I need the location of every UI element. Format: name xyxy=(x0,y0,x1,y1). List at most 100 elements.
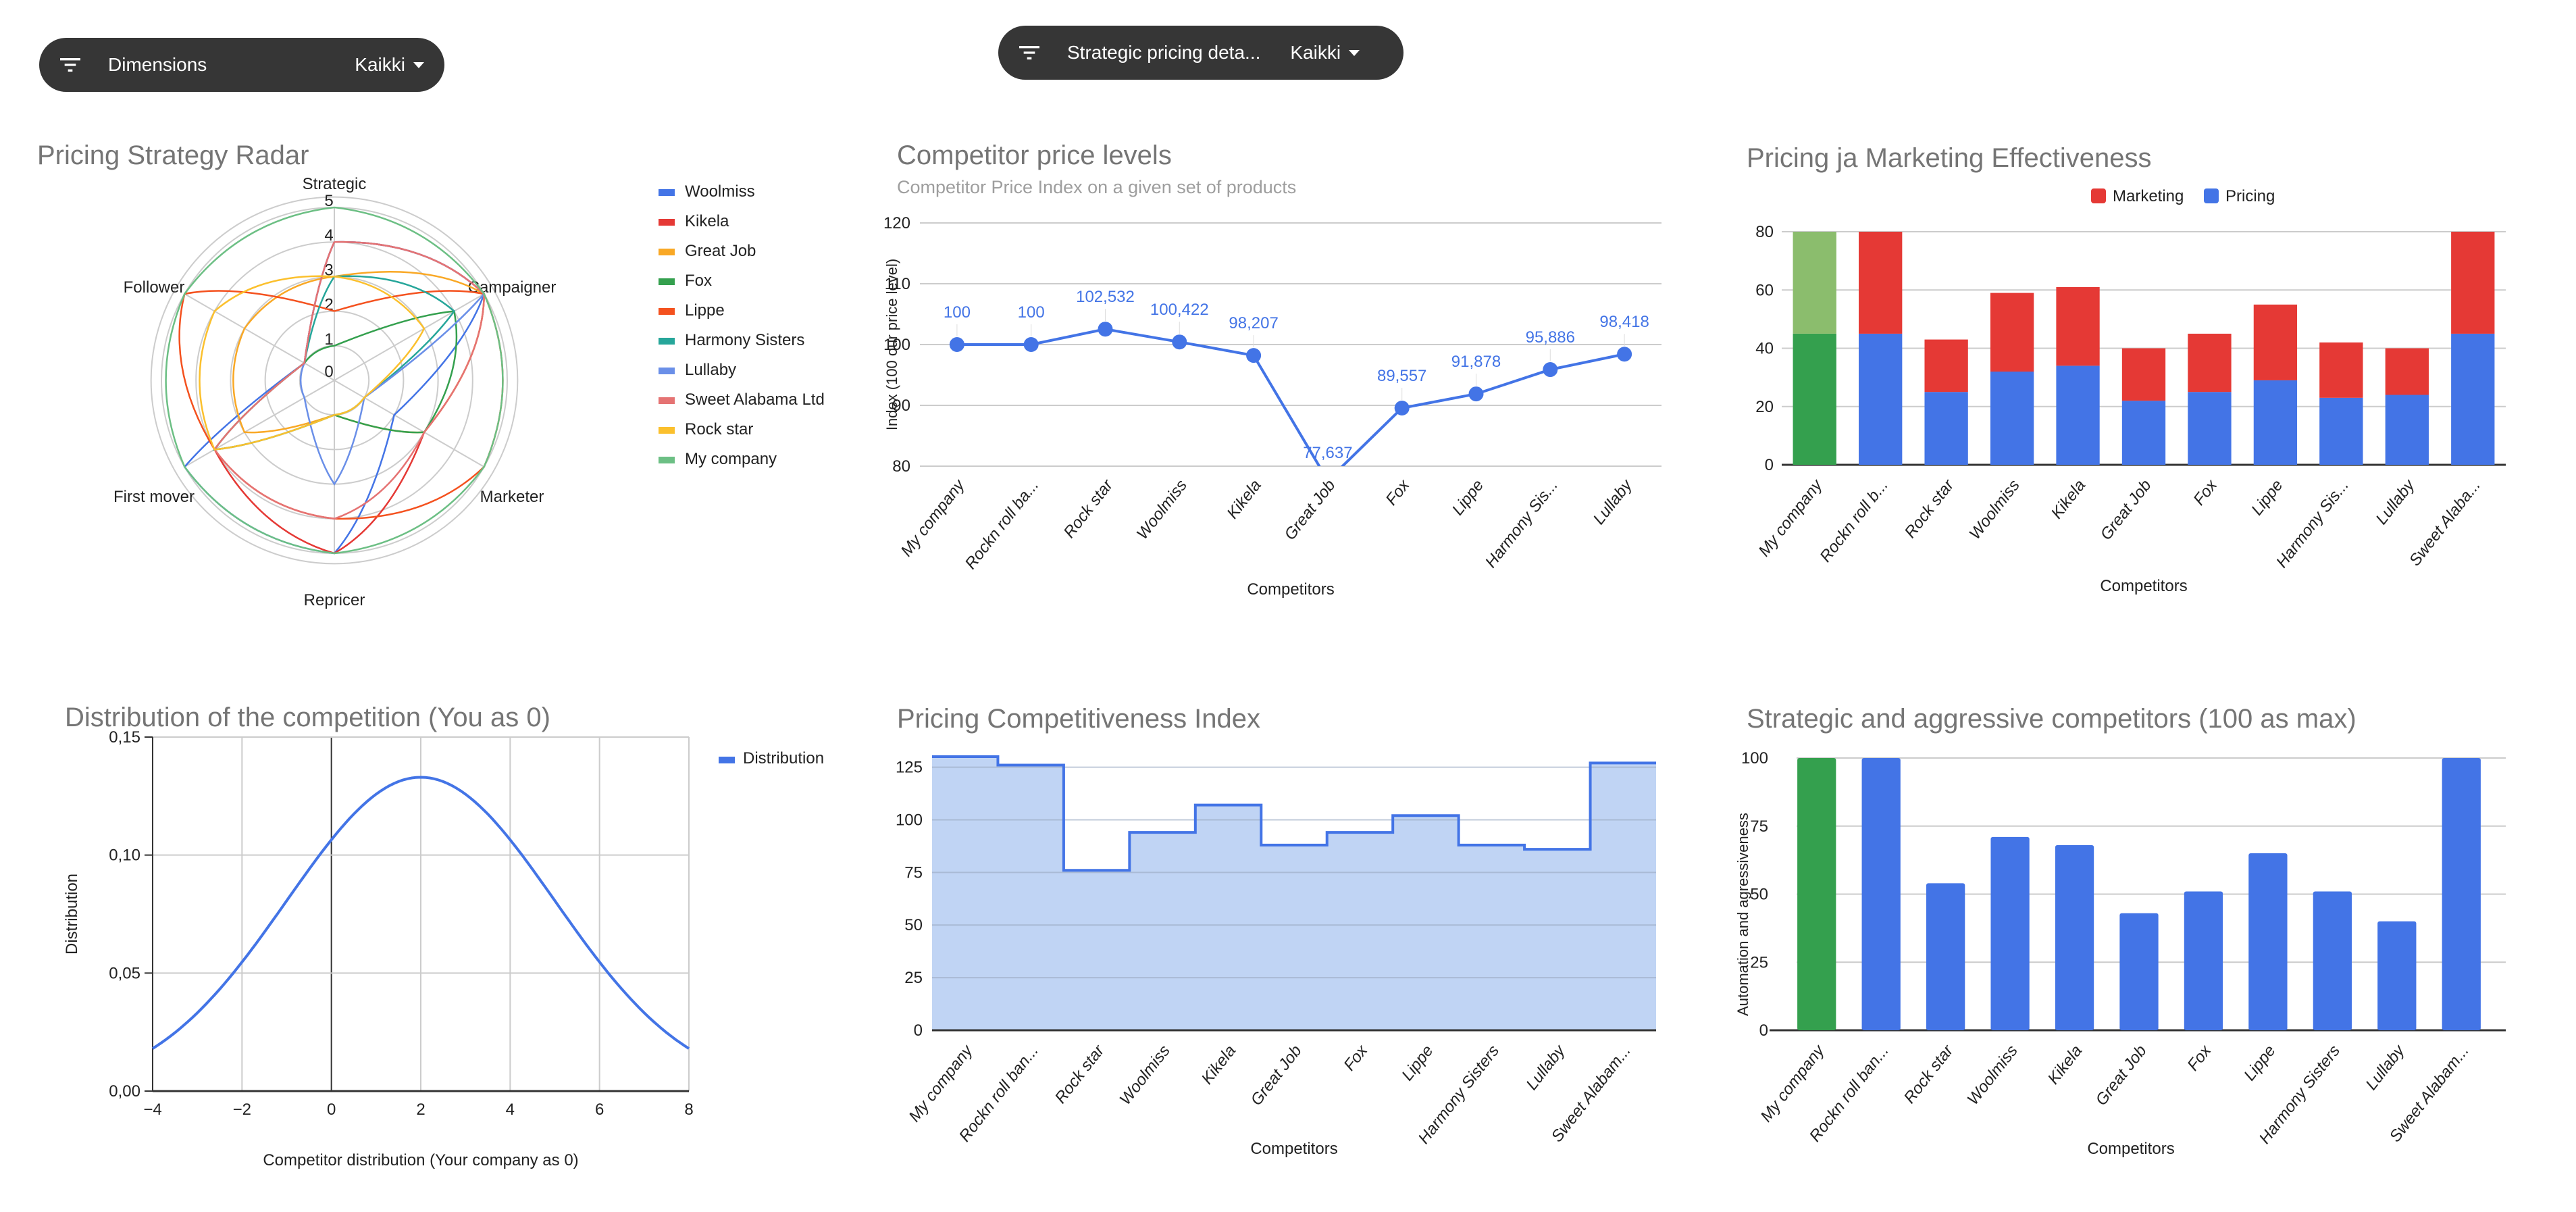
x-tick-label: Kikela xyxy=(2048,476,2090,522)
bar xyxy=(1990,836,2030,1030)
radar-series-rock-star xyxy=(199,275,426,451)
legend-swatch xyxy=(659,368,675,374)
x-tick-label: Kikela xyxy=(1223,476,1265,522)
data-label: 98,207 xyxy=(1229,314,1278,332)
y-tick-label: 40 xyxy=(1755,340,1774,358)
x-tick-label: My company xyxy=(905,1040,977,1125)
data-point xyxy=(1394,400,1410,415)
bar-marketing xyxy=(2451,232,2495,334)
radar-axis-label: Strategic xyxy=(303,175,367,193)
y-tick-label: 25 xyxy=(904,969,923,987)
x-tick-label: Rock star xyxy=(1060,476,1117,541)
data-label: 100,422 xyxy=(1150,301,1209,319)
x-tick-label: Fox xyxy=(2184,1041,2215,1074)
legend-label: Sweet Alabama Ltd xyxy=(685,390,825,409)
x-tick-label: Harmony Sis... xyxy=(1482,476,1562,572)
legend-label: Kikela xyxy=(685,212,729,230)
chevron-down-icon xyxy=(1349,49,1360,56)
chart-radar: Pricing Strategy Radar Strategic Campaign… xyxy=(0,128,851,628)
chevron-down-icon xyxy=(413,61,424,68)
area-fill xyxy=(932,757,1656,1030)
x-tick-label: Lippe xyxy=(1398,1042,1437,1084)
legend-swatch xyxy=(659,397,675,404)
data-label: 100 xyxy=(944,303,971,322)
data-label: 95,886 xyxy=(1526,328,1575,347)
data-label: 89,557 xyxy=(1377,367,1426,385)
x-tick-label: Rock star xyxy=(1901,476,1958,541)
legend-swatch xyxy=(659,427,675,434)
x-tick-label: Rockn roll b... xyxy=(1816,476,1892,565)
radar-spoke xyxy=(184,293,335,381)
bar-marketing xyxy=(1793,232,1836,334)
filter-icon xyxy=(1016,39,1043,66)
x-tick-label: Great Job xyxy=(2097,476,2155,544)
chart-price-levels: Competitor price levels Competitor Price… xyxy=(878,128,1689,628)
bar-pricing xyxy=(1924,392,1968,465)
x-tick-label: −4 xyxy=(143,1101,161,1119)
bar xyxy=(2248,853,2288,1030)
bar-marketing xyxy=(1990,293,2034,372)
x-tick-label: Rock star xyxy=(1901,1041,1957,1107)
legend-label: Fox xyxy=(685,272,712,290)
x-tick-label: Woolmiss xyxy=(1116,1042,1174,1109)
bar-marketing xyxy=(1924,339,1968,393)
legend-label: Woolmiss xyxy=(685,182,755,201)
y-tick-label: 80 xyxy=(892,457,910,476)
bar xyxy=(2184,891,2223,1030)
bar xyxy=(2377,921,2417,1030)
filter-dropdown[interactable]: Kaikki xyxy=(1290,42,1360,64)
data-label: 102,532 xyxy=(1076,288,1135,306)
y-tick-label: 50 xyxy=(904,916,923,934)
radar-spoke xyxy=(334,380,485,468)
bar-pricing xyxy=(2253,380,2298,465)
y-tick-label: 75 xyxy=(1750,817,1768,836)
legend-label: Distribution xyxy=(743,749,824,767)
radar-tick-label: 0 xyxy=(324,363,333,381)
x-tick-label: Sweet Alaba... xyxy=(2406,476,2484,570)
y-tick-label: 0 xyxy=(1765,456,1774,474)
y-tick-label: 0,05 xyxy=(109,964,140,982)
radar-axis-label: Follower xyxy=(124,278,185,297)
bar xyxy=(2055,844,2094,1030)
bar-marketing xyxy=(2056,286,2100,366)
filter-dropdown[interactable]: Kaikki xyxy=(355,54,424,76)
x-tick-label: −2 xyxy=(233,1101,251,1119)
bar-pricing xyxy=(1859,333,1903,465)
x-tick-label: Great Job xyxy=(1247,1042,1306,1109)
x-tick-label: 8 xyxy=(684,1101,693,1119)
y-tick-label: 0 xyxy=(1759,1021,1768,1040)
x-tick-label: Woolmiss xyxy=(1964,1042,2021,1109)
legend-swatch xyxy=(719,757,735,763)
bar-marketing xyxy=(2253,304,2298,380)
x-tick-label: Fox xyxy=(1383,476,1414,509)
y-axis-title: Index (100 our price level) xyxy=(883,259,900,430)
filter-strategic-pricing[interactable]: Strategic pricing deta... Kaikki xyxy=(998,26,1403,80)
filter-label: Strategic pricing deta... xyxy=(1067,42,1261,63)
filter-dimensions[interactable]: Dimensions Kaikki xyxy=(39,38,444,92)
x-tick-label: Kikela xyxy=(1198,1042,1240,1088)
x-tick-label: My company xyxy=(1755,475,1826,559)
x-tick-label: Lippe xyxy=(2248,476,2286,519)
data-point xyxy=(949,337,964,352)
bar xyxy=(1861,758,1901,1030)
y-tick-label: 120 xyxy=(883,214,910,232)
x-tick-label: Woolmiss xyxy=(1133,476,1191,543)
legend-label: Marketing xyxy=(2113,187,2184,205)
x-tick-label: 4 xyxy=(506,1101,515,1119)
y-tick-label: 50 xyxy=(1750,886,1768,904)
chart-competitiveness: Pricing Competitiveness Index 0 25 50 75 100… xyxy=(878,689,1689,1203)
filter-value: Kaikki xyxy=(1290,42,1341,63)
legend-swatch xyxy=(659,249,675,255)
legend-swatch xyxy=(659,219,675,226)
bar-marketing xyxy=(1859,232,1903,334)
data-label: 91,878 xyxy=(1451,353,1501,371)
y-tick-label: 0,15 xyxy=(109,728,140,747)
data-label: 77,637 xyxy=(1303,444,1352,462)
legend-label: Great Job xyxy=(685,242,756,260)
x-tick-label: Fox xyxy=(2190,476,2221,509)
distribution-line-plot: −4 −2 0 2 4 6 8 0,00 0,05 0,10 0,15 Distribution Com… xyxy=(63,728,824,1169)
y-tick-label: 80 xyxy=(1755,223,1774,241)
bar-pricing xyxy=(1990,372,2034,465)
radar-series-sweet-alabama-ltd xyxy=(213,241,485,520)
filter-label: Dimensions xyxy=(108,54,207,75)
